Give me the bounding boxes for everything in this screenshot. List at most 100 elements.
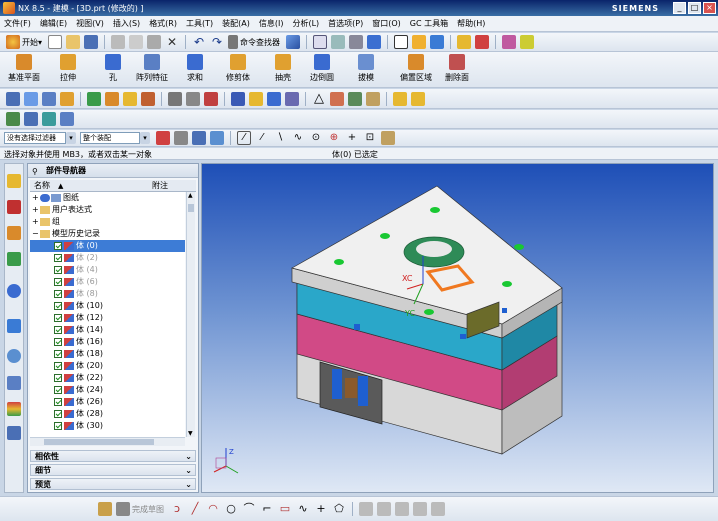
visibility-checkbox[interactable] bbox=[54, 410, 62, 418]
paste-face-icon[interactable] bbox=[141, 91, 155, 106]
circle-icon[interactable]: ○ bbox=[224, 502, 238, 516]
background-icon[interactable] bbox=[394, 35, 409, 49]
resize-icon[interactable] bbox=[60, 91, 74, 106]
visibility-checkbox[interactable] bbox=[54, 422, 62, 430]
chevron-down-icon[interactable]: ⌄ bbox=[185, 451, 192, 462]
body-feature-row[interactable]: 体 (8) bbox=[30, 288, 185, 300]
hole-button[interactable]: 孔 bbox=[103, 54, 123, 83]
menu-information[interactable]: 信息(I) bbox=[259, 18, 284, 29]
tree-vertical-scrollbar[interactable]: ▲ ▼ bbox=[186, 192, 195, 437]
table-icon[interactable] bbox=[330, 91, 344, 106]
add-component-icon[interactable] bbox=[411, 91, 425, 106]
shell-button[interactable]: 抽壳 bbox=[273, 54, 293, 83]
body-feature-row[interactable]: 体 (6) bbox=[30, 276, 185, 288]
mold-base-model[interactable]: XC YC bbox=[202, 164, 714, 493]
orient-view-icon[interactable] bbox=[331, 35, 346, 49]
history-tab-icon[interactable] bbox=[7, 349, 21, 363]
menu-gc-toolkit[interactable]: GC 工具箱 bbox=[410, 18, 448, 29]
select-all-icon[interactable] bbox=[174, 131, 188, 145]
deviation-icon[interactable] bbox=[42, 112, 56, 126]
dependencies-panel[interactable]: 相依性 ⌄ bbox=[30, 450, 196, 462]
menu-format[interactable]: 格式(R) bbox=[149, 18, 177, 29]
pattern-button[interactable]: 阵列特征 bbox=[136, 54, 168, 83]
section-view-icon[interactable] bbox=[60, 112, 74, 126]
body-feature-row[interactable]: 体 (30) bbox=[30, 420, 185, 432]
collapse-icon[interactable]: − bbox=[32, 228, 39, 240]
visibility-checkbox[interactable] bbox=[54, 242, 62, 250]
make-corner-icon[interactable] bbox=[395, 502, 409, 516]
visibility-checkbox[interactable] bbox=[54, 338, 62, 346]
sphere-icon[interactable] bbox=[267, 91, 281, 106]
body-feature-row[interactable]: 体 (16) bbox=[30, 336, 185, 348]
body-feature-row[interactable]: 体 (24) bbox=[30, 384, 185, 396]
sheet-icon[interactable] bbox=[348, 91, 362, 106]
paste-icon[interactable] bbox=[147, 35, 162, 49]
polygon-icon[interactable]: ⬠ bbox=[332, 502, 346, 516]
process-studio-tab-icon[interactable] bbox=[7, 402, 21, 416]
tree-node-groups[interactable]: + 组 bbox=[30, 216, 185, 228]
reuse-library-tab-icon[interactable] bbox=[7, 252, 21, 266]
roles-tab-icon[interactable] bbox=[7, 426, 21, 440]
minimize-button[interactable]: _ bbox=[673, 2, 686, 14]
quick-trim-icon[interactable] bbox=[359, 502, 373, 516]
spline-icon[interactable] bbox=[186, 91, 200, 106]
measure-icon[interactable] bbox=[520, 35, 535, 49]
triangle-icon[interactable]: △ bbox=[312, 91, 326, 106]
arc-center-snap-icon[interactable]: ⊙ bbox=[309, 131, 323, 145]
menu-assemblies[interactable]: 装配(A) bbox=[222, 18, 250, 29]
chevron-down-icon[interactable]: ⌄ bbox=[185, 479, 192, 490]
body-feature-row[interactable]: 体 (0) bbox=[30, 240, 185, 252]
chevron-down-icon[interactable]: ⌄ bbox=[185, 465, 192, 476]
mirror-icon[interactable] bbox=[285, 91, 299, 106]
fillet-icon[interactable]: ⌒ bbox=[242, 502, 256, 516]
offset-face-icon[interactable] bbox=[42, 91, 56, 106]
maximize-button[interactable]: □ bbox=[688, 2, 701, 14]
details-panel[interactable]: 细节 ⌄ bbox=[30, 464, 196, 476]
menu-file[interactable]: 文件(F) bbox=[4, 18, 31, 29]
web-browser-tab-icon[interactable] bbox=[7, 319, 21, 333]
layer-icon[interactable] bbox=[412, 35, 427, 49]
visibility-checkbox[interactable] bbox=[54, 266, 62, 274]
component-icon[interactable] bbox=[393, 91, 407, 106]
cut-icon[interactable] bbox=[111, 35, 126, 49]
examine-icon[interactable] bbox=[24, 112, 38, 126]
body-feature-row[interactable]: 体 (26) bbox=[30, 396, 185, 408]
control-point-snap-icon[interactable]: ∖ bbox=[273, 131, 287, 145]
visibility-checkbox[interactable] bbox=[54, 362, 62, 370]
tree-horizontal-scrollbar[interactable] bbox=[30, 437, 185, 446]
expand-icon[interactable]: + bbox=[32, 192, 39, 204]
body-feature-row[interactable]: 体 (20) bbox=[30, 360, 185, 372]
visibility-checkbox[interactable] bbox=[54, 326, 62, 334]
body-feature-row[interactable]: 体 (2) bbox=[30, 252, 185, 264]
chevron-down-icon[interactable]: ▾ bbox=[140, 132, 150, 144]
visibility-checkbox[interactable] bbox=[54, 278, 62, 286]
profile-icon[interactable]: ↄ bbox=[170, 502, 184, 516]
visibility-checkbox[interactable] bbox=[54, 398, 62, 406]
midpoint-snap-icon[interactable]: ⁄ bbox=[255, 131, 269, 145]
line-icon[interactable]: ╱ bbox=[188, 502, 202, 516]
check-geometry-icon[interactable] bbox=[6, 112, 20, 126]
preview-panel[interactable]: 预览 ⌄ bbox=[30, 478, 196, 490]
body-feature-row[interactable]: 体 (4) bbox=[30, 264, 185, 276]
body-feature-row[interactable]: 体 (12) bbox=[30, 312, 185, 324]
move-face-icon[interactable] bbox=[6, 91, 20, 106]
wcs-origin-icon[interactable] bbox=[475, 35, 490, 49]
scrollbar-thumb[interactable] bbox=[44, 439, 154, 445]
unite-button[interactable]: 求和 bbox=[185, 54, 205, 83]
visibility-checkbox[interactable] bbox=[54, 374, 62, 382]
body-feature-row[interactable]: 体 (10) bbox=[30, 300, 185, 312]
arc-icon[interactable]: ◠ bbox=[206, 502, 220, 516]
graphics-window[interactable]: XC YC Z bbox=[201, 163, 714, 493]
tree-node-user-expressions[interactable]: + 用户表达式 bbox=[30, 204, 185, 216]
assembly-icon[interactable] bbox=[366, 91, 380, 106]
start-button[interactable]: 开始▾ bbox=[22, 37, 42, 48]
menu-insert[interactable]: 插入(S) bbox=[113, 18, 140, 29]
menu-edit[interactable]: 编辑(E) bbox=[40, 18, 67, 29]
column-note-header[interactable]: 附注 bbox=[152, 180, 168, 192]
cylinder-icon[interactable] bbox=[231, 91, 245, 106]
replace-face-icon[interactable] bbox=[87, 91, 101, 106]
new-file-icon[interactable] bbox=[48, 35, 63, 49]
move-layer-icon[interactable] bbox=[430, 35, 445, 49]
trim-body-button[interactable]: 修剪体 bbox=[226, 54, 250, 83]
detail-feature-icon[interactable] bbox=[105, 91, 119, 106]
